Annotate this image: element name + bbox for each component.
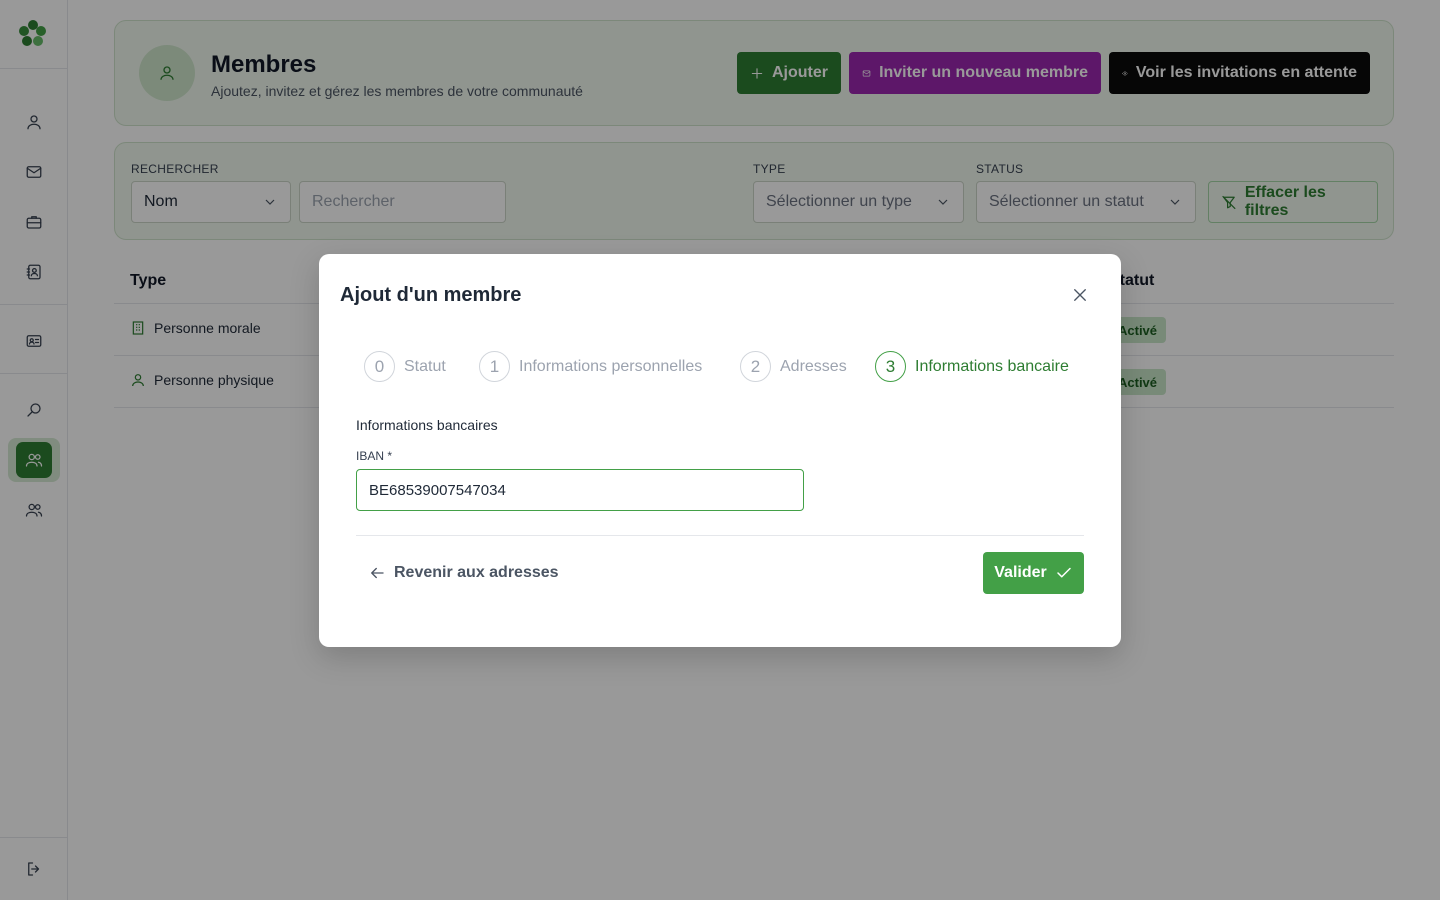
step-number: 0	[364, 351, 395, 382]
modal-title: Ajout d'un membre	[340, 284, 522, 306]
section-title: Informations bancaires	[356, 417, 498, 433]
step-bank-info[interactable]: 3 Informations bancaire	[875, 351, 1069, 382]
close-icon	[1074, 289, 1086, 301]
add-member-modal: Ajout d'un membre 0 Statut 1 Information…	[319, 254, 1121, 647]
step-personal-info[interactable]: 1 Informations personnelles	[479, 351, 702, 382]
step-number: 1	[479, 351, 510, 382]
step-label: Adresses	[780, 357, 847, 375]
step-number: 3	[875, 351, 906, 382]
step-status[interactable]: 0 Statut	[364, 351, 446, 382]
modal-divider	[356, 535, 1084, 536]
step-label: Informations personnelles	[519, 357, 703, 375]
submit-button[interactable]: Valider	[983, 552, 1084, 594]
arrow-left-icon	[371, 567, 384, 579]
iban-input[interactable]	[356, 469, 804, 511]
submit-label: Valider	[994, 564, 1047, 581]
step-number: 2	[740, 351, 771, 382]
back-to-addresses-button[interactable]: Revenir aux adresses	[356, 552, 571, 594]
stepper: 0 Statut 1 Informations personnelles 2 A…	[364, 351, 1104, 383]
back-label: Revenir aux adresses	[394, 564, 559, 581]
iban-label: IBAN *	[356, 449, 393, 463]
step-label: Statut	[404, 357, 446, 375]
step-label: Informations bancaire	[915, 357, 1069, 375]
check-icon	[1056, 567, 1071, 578]
close-button[interactable]	[1067, 282, 1093, 308]
step-addresses[interactable]: 2 Adresses	[740, 351, 847, 382]
